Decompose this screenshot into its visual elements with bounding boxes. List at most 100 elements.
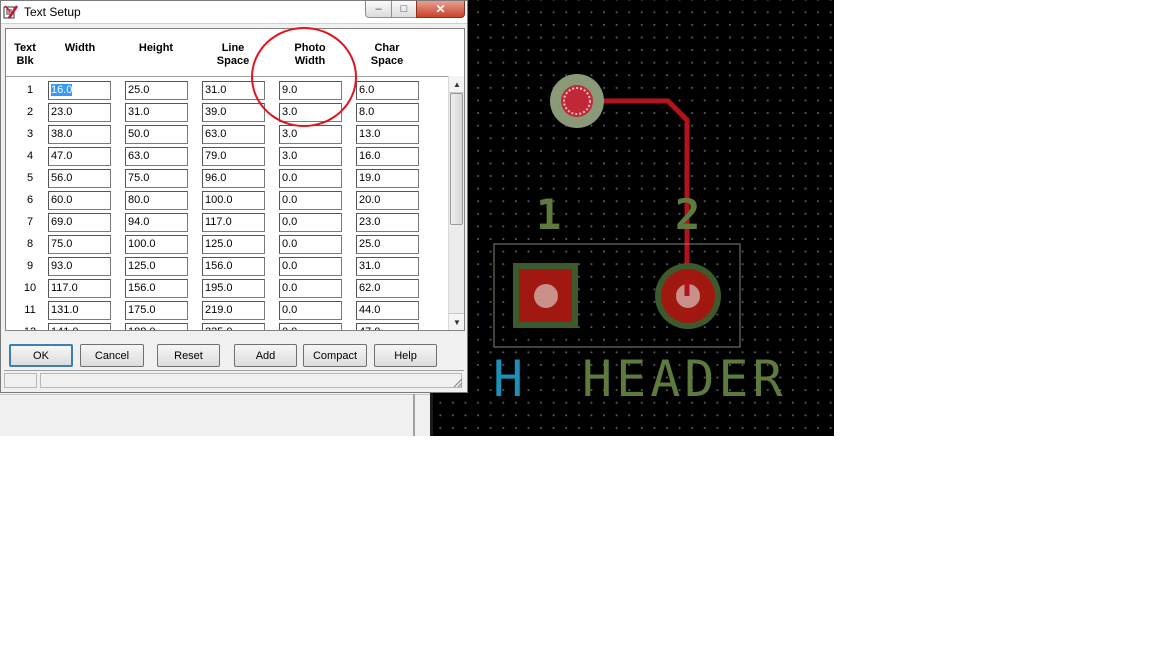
cell-width[interactable]: 69.0 — [48, 213, 111, 232]
cell-photo-width[interactable]: 0.0 — [279, 191, 342, 210]
vertical-scrollbar[interactable]: ▲ ▼ — [448, 76, 464, 330]
cell-height[interactable]: 175.0 — [125, 301, 188, 320]
cell-width[interactable]: 47.0 — [48, 147, 111, 166]
cancel-button[interactable]: Cancel — [80, 344, 144, 367]
cell-char-space[interactable]: 13.0 — [356, 125, 419, 144]
cell-photo-width[interactable]: 0.0 — [279, 235, 342, 254]
cell-height[interactable]: 80.0 — [125, 191, 188, 210]
cell-char-space[interactable]: 6.0 — [356, 81, 419, 100]
row-number: 7 — [26, 216, 34, 228]
background-splitter[interactable] — [413, 394, 415, 436]
cell-width[interactable]: 56.0 — [48, 169, 111, 188]
cell-line-space[interactable]: 235.0 — [202, 323, 265, 330]
cell-char-space[interactable]: 47.0 — [356, 323, 419, 330]
cell-photo-width[interactable]: 0.0 — [279, 169, 342, 188]
arrow-down-icon[interactable]: ▼ — [449, 313, 464, 330]
cell-char-space[interactable]: 25.0 — [356, 235, 419, 254]
cell-value: 175.0 — [128, 304, 156, 316]
add-button[interactable]: Add — [234, 344, 297, 367]
cell-height[interactable]: 31.0 — [125, 103, 188, 122]
pin-label-2: 2 — [675, 190, 701, 239]
cell-value: 31.0 — [205, 84, 227, 96]
cell-value: 219.0 — [205, 304, 233, 316]
cell-char-space[interactable]: 16.0 — [356, 147, 419, 166]
cell-char-space[interactable]: 19.0 — [356, 169, 419, 188]
cell-value: 16.0 — [51, 84, 73, 96]
scrollbar-thumb[interactable] — [450, 93, 463, 225]
compact-button[interactable]: Compact — [303, 344, 367, 367]
cell-line-space[interactable]: 39.0 — [202, 103, 265, 122]
cell-height[interactable]: 125.0 — [125, 257, 188, 276]
cell-char-space[interactable]: 31.0 — [356, 257, 419, 276]
cell-line-space[interactable]: 156.0 — [202, 257, 265, 276]
cell-height[interactable]: 94.0 — [125, 213, 188, 232]
column-header-height: Height — [122, 42, 190, 55]
cell-photo-width[interactable]: 3.0 — [279, 147, 342, 166]
cell-height[interactable]: 25.0 — [125, 81, 188, 100]
cell-value: 13.0 — [359, 128, 381, 140]
cell-char-space[interactable]: 20.0 — [356, 191, 419, 210]
cell-value: 23.0 — [359, 216, 381, 228]
cell-line-space[interactable]: 117.0 — [202, 213, 265, 232]
cell-width[interactable]: 23.0 — [48, 103, 111, 122]
cell-line-space[interactable]: 125.0 — [202, 235, 265, 254]
cell-width[interactable]: 117.0 — [48, 279, 111, 298]
ok-button[interactable]: OK — [9, 344, 73, 367]
cell-width[interactable]: 38.0 — [48, 125, 111, 144]
cell-value: 62.0 — [359, 282, 381, 294]
cell-width[interactable]: 60.0 — [48, 191, 111, 210]
cell-width[interactable]: 131.0 — [48, 301, 111, 320]
cell-height[interactable]: 156.0 — [125, 279, 188, 298]
cell-value: 0.0 — [282, 172, 298, 184]
resize-grip-icon[interactable] — [451, 376, 463, 388]
cell-char-space[interactable]: 23.0 — [356, 213, 419, 232]
close-button[interactable]: ✕ — [416, 1, 465, 18]
cell-value: 75.0 — [128, 172, 150, 184]
cell-height[interactable]: 100.0 — [125, 235, 188, 254]
pad-1-hole — [534, 284, 558, 308]
cell-photo-width[interactable]: 0.0 — [279, 257, 342, 276]
cell-photo-width[interactable]: 0.0 — [279, 323, 342, 330]
reset-button[interactable]: Reset — [157, 344, 220, 367]
cell-line-space[interactable]: 96.0 — [202, 169, 265, 188]
cell-photo-width[interactable]: 0.0 — [279, 279, 342, 298]
cell-line-space[interactable]: 63.0 — [202, 125, 265, 144]
cell-photo-width[interactable]: 3.0 — [279, 125, 342, 144]
cell-value: 79.0 — [205, 150, 227, 162]
cell-line-space[interactable]: 195.0 — [202, 279, 265, 298]
arrow-up-icon[interactable]: ▲ — [449, 76, 464, 93]
cell-value: 31.0 — [359, 260, 381, 272]
minimize-button[interactable]: – — [365, 1, 392, 18]
maximize-button[interactable]: □ — [391, 1, 417, 18]
help-button[interactable]: Help — [374, 344, 437, 367]
cell-value: 63.0 — [205, 128, 227, 140]
title-bar[interactable]: Text Setup – □ ✕ — [1, 1, 467, 24]
cell-height[interactable]: 50.0 — [125, 125, 188, 144]
text-setup-dialog: Text Setup – □ ✕ Text Blk Width Height Line S… — [0, 0, 468, 393]
pcb-canvas[interactable]: 1 2 H HEADER — [430, 0, 834, 436]
cell-photo-width[interactable]: 0.0 — [279, 301, 342, 320]
cell-line-space[interactable]: 100.0 — [202, 191, 265, 210]
cell-char-space[interactable]: 44.0 — [356, 301, 419, 320]
cell-char-space[interactable]: 62.0 — [356, 279, 419, 298]
cell-width[interactable]: 141.0 — [48, 323, 111, 330]
cell-value: 195.0 — [205, 282, 233, 294]
cell-height[interactable]: 75.0 — [125, 169, 188, 188]
cell-photo-width[interactable]: 0.0 — [279, 213, 342, 232]
cell-line-space[interactable]: 219.0 — [202, 301, 265, 320]
cell-line-space[interactable]: 79.0 — [202, 147, 265, 166]
cell-value: 38.0 — [51, 128, 73, 140]
cell-value: 16.0 — [359, 150, 381, 162]
cell-height[interactable]: 188.0 — [125, 323, 188, 330]
cell-value: 100.0 — [205, 194, 233, 206]
row-number: 3 — [26, 128, 34, 140]
cell-width[interactable]: 16.0 — [48, 81, 111, 100]
header-line: Width — [64, 42, 96, 54]
cell-value: 156.0 — [128, 282, 156, 294]
cell-width[interactable]: 93.0 — [48, 257, 111, 276]
cell-char-space[interactable]: 8.0 — [356, 103, 419, 122]
cell-width[interactable]: 75.0 — [48, 235, 111, 254]
value-text: HEADER — [582, 350, 787, 408]
cell-value: 0.0 — [282, 216, 298, 228]
cell-height[interactable]: 63.0 — [125, 147, 188, 166]
